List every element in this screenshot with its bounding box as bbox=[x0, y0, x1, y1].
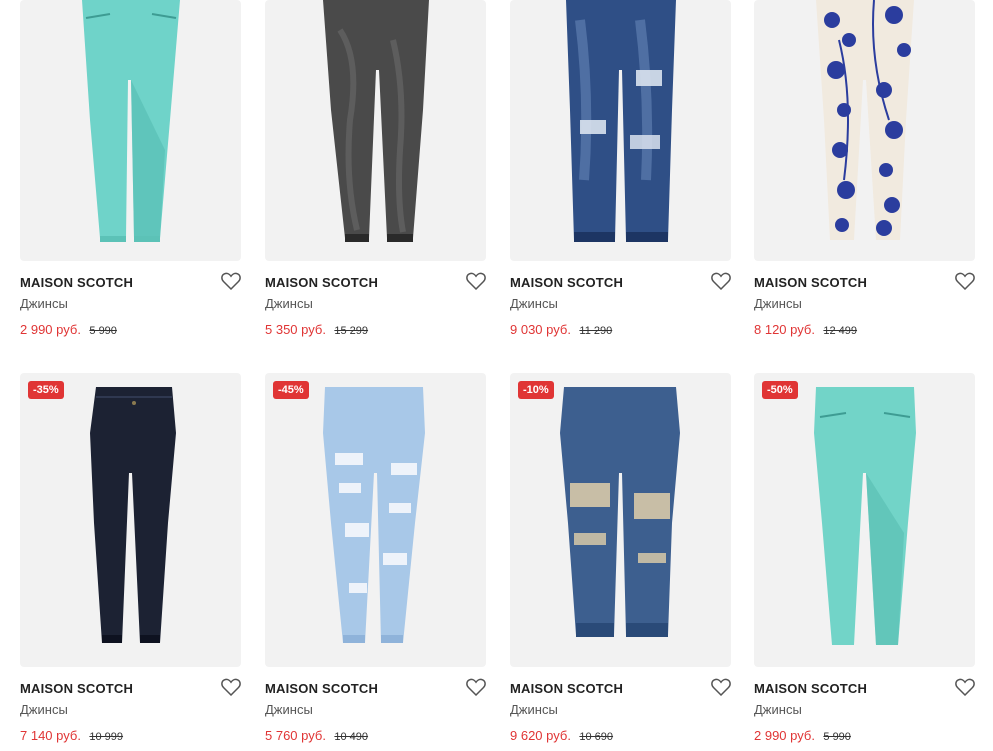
product-card[interactable]: -45% MAISON SCOTCH Джинсы 5 760 руб. 10 … bbox=[265, 373, 486, 747]
product-info: MAISON SCOTCH Джинсы 2 990 руб. 5 990 bbox=[20, 261, 241, 341]
heart-icon[interactable] bbox=[221, 678, 241, 696]
product-brand[interactable]: MAISON SCOTCH bbox=[20, 275, 133, 290]
current-price: 2 990 руб. bbox=[754, 728, 815, 743]
price-row: 8 120 руб. 12 499 bbox=[754, 321, 857, 339]
discount-badge: -35% bbox=[28, 381, 64, 399]
product-image[interactable] bbox=[265, 0, 486, 261]
product-info: MAISON SCOTCH Джинсы 5 760 руб. 10 490 bbox=[265, 667, 486, 747]
product-brand[interactable]: MAISON SCOTCH bbox=[510, 681, 623, 696]
product-brand[interactable]: MAISON SCOTCH bbox=[754, 681, 867, 696]
old-price: 15 299 bbox=[334, 325, 369, 337]
heart-icon[interactable] bbox=[711, 678, 731, 696]
heart-icon[interactable] bbox=[466, 272, 486, 290]
price-row: 9 620 руб. 10 690 bbox=[510, 727, 613, 745]
product-card[interactable]: -10% MAISON SCOTCH Джинсы 9 620 руб. 10 … bbox=[510, 373, 731, 747]
product-info: MAISON SCOTCH Джинсы 7 140 руб. 10 999 bbox=[20, 667, 241, 747]
product-info: MAISON SCOTCH Джинсы 8 120 руб. 12 499 bbox=[754, 261, 975, 341]
product-image[interactable]: -35% bbox=[20, 373, 241, 667]
price-row: 2 990 руб. 5 990 bbox=[20, 321, 117, 339]
jeans-image bbox=[323, 387, 425, 643]
old-price: 12 499 bbox=[823, 325, 858, 337]
product-image[interactable]: -45% bbox=[265, 373, 486, 667]
price-row: 7 140 руб. 10 999 bbox=[20, 727, 123, 745]
product-category: Джинсы bbox=[754, 702, 802, 717]
jeans-image bbox=[560, 387, 680, 637]
product-image[interactable]: -50% bbox=[754, 373, 975, 667]
price-row: 2 990 руб. 5 990 bbox=[754, 727, 851, 745]
product-card[interactable]: MAISON SCOTCH Джинсы 5 350 руб. 15 299 bbox=[265, 0, 486, 341]
jeans-image bbox=[816, 0, 914, 240]
current-price: 5 350 руб. bbox=[265, 322, 326, 337]
current-price: 9 030 руб. bbox=[510, 322, 571, 337]
heart-icon[interactable] bbox=[955, 272, 975, 290]
product-category: Джинсы bbox=[754, 296, 802, 311]
old-price: 10 690 bbox=[579, 731, 614, 743]
product-brand[interactable]: MAISON SCOTCH bbox=[265, 681, 378, 696]
old-price: 10 999 bbox=[89, 731, 124, 743]
product-brand[interactable]: MAISON SCOTCH bbox=[265, 275, 378, 290]
product-card[interactable]: MAISON SCOTCH Джинсы 8 120 руб. 12 499 bbox=[754, 0, 975, 341]
old-price: 10 490 bbox=[334, 731, 369, 743]
product-grid: MAISON SCOTCH Джинсы 2 990 руб. 5 990 MA… bbox=[0, 0, 993, 751]
product-card[interactable]: MAISON SCOTCH Джинсы 2 990 руб. 5 990 bbox=[20, 0, 241, 341]
product-brand[interactable]: MAISON SCOTCH bbox=[20, 681, 133, 696]
current-price: 2 990 руб. bbox=[20, 322, 81, 337]
product-card[interactable]: -50% MAISON SCOTCH Джинсы 2 990 руб. 5 9… bbox=[754, 373, 975, 747]
product-category: Джинсы bbox=[510, 296, 558, 311]
old-price: 5 990 bbox=[823, 731, 851, 743]
product-category: Джинсы bbox=[20, 702, 68, 717]
product-image[interactable]: -10% bbox=[510, 373, 731, 667]
product-card[interactable]: MAISON SCOTCH Джинсы 9 030 руб. 11 290 bbox=[510, 0, 731, 341]
price-row: 9 030 руб. 11 290 bbox=[510, 321, 612, 339]
product-brand[interactable]: MAISON SCOTCH bbox=[754, 275, 867, 290]
jeans-image bbox=[82, 0, 180, 242]
old-price: 5 990 bbox=[89, 325, 117, 337]
product-category: Джинсы bbox=[265, 296, 313, 311]
product-category: Джинсы bbox=[265, 702, 313, 717]
price-row: 5 760 руб. 10 490 bbox=[265, 727, 368, 745]
jeans-image bbox=[566, 0, 676, 242]
old-price: 11 290 bbox=[579, 325, 613, 337]
product-category: Джинсы bbox=[510, 702, 558, 717]
current-price: 9 620 руб. bbox=[510, 728, 571, 743]
jeans-image bbox=[323, 0, 429, 242]
heart-icon[interactable] bbox=[466, 678, 486, 696]
discount-badge: -10% bbox=[518, 381, 554, 399]
product-image[interactable] bbox=[20, 0, 241, 261]
current-price: 8 120 руб. bbox=[754, 322, 815, 337]
heart-icon[interactable] bbox=[955, 678, 975, 696]
product-image[interactable] bbox=[754, 0, 975, 261]
product-category: Джинсы bbox=[20, 296, 68, 311]
current-price: 5 760 руб. bbox=[265, 728, 326, 743]
product-brand[interactable]: MAISON SCOTCH bbox=[510, 275, 623, 290]
price-row: 5 350 руб. 15 299 bbox=[265, 321, 368, 339]
heart-icon[interactable] bbox=[711, 272, 731, 290]
product-info: MAISON SCOTCH Джинсы 9 620 руб. 10 690 bbox=[510, 667, 731, 747]
jeans-image bbox=[814, 387, 916, 645]
product-card[interactable]: -35% MAISON SCOTCH Джинсы 7 140 руб. 10 … bbox=[20, 373, 241, 747]
product-info: MAISON SCOTCH Джинсы 2 990 руб. 5 990 bbox=[754, 667, 975, 747]
product-info: MAISON SCOTCH Джинсы 9 030 руб. 11 290 bbox=[510, 261, 731, 341]
current-price: 7 140 руб. bbox=[20, 728, 81, 743]
product-info: MAISON SCOTCH Джинсы 5 350 руб. 15 299 bbox=[265, 261, 486, 341]
product-image[interactable] bbox=[510, 0, 731, 261]
jeans-image bbox=[90, 387, 176, 643]
heart-icon[interactable] bbox=[221, 272, 241, 290]
discount-badge: -50% bbox=[762, 381, 798, 399]
discount-badge: -45% bbox=[273, 381, 309, 399]
